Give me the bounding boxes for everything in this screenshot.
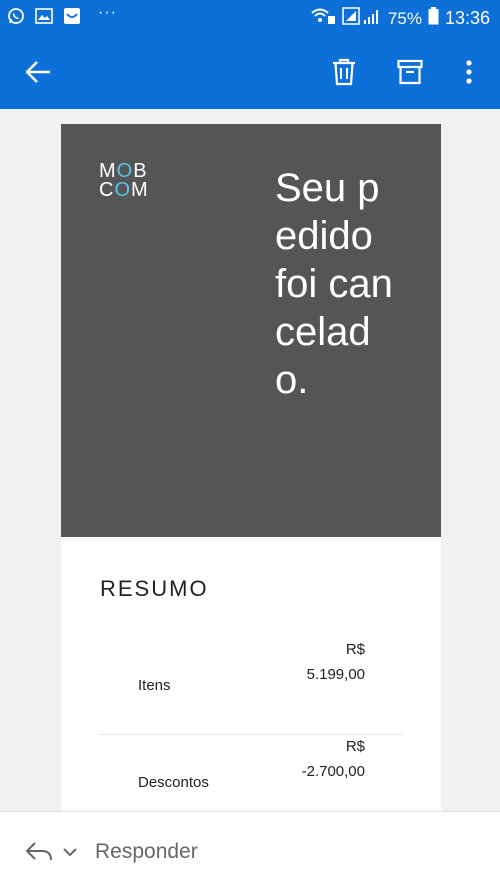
gallery-icon [34, 6, 54, 26]
clock: 13:36 [444, 8, 490, 28]
summary-row-label: Itens [138, 677, 171, 694]
bottom-reply-bar: Responder [0, 811, 500, 890]
battery-icon [428, 7, 439, 30]
chevron-down-icon[interactable] [62, 846, 78, 858]
reply-icon[interactable] [24, 840, 54, 864]
more-notifications: ··· [98, 4, 117, 21]
summary-row-items: Itens R$ 5.199,00 [99, 637, 403, 735]
archive-button[interactable] [392, 54, 428, 90]
email-headline: Seu pedido foi cancelado. [275, 166, 393, 402]
summary-heading: RESUMO [100, 576, 209, 601]
archive-icon [397, 59, 423, 85]
whatsapp-icon [6, 6, 26, 26]
mail-app-icon [62, 6, 82, 26]
summary-row-value: R$ 5.199,00 [306, 641, 365, 683]
back-arrow-icon [25, 61, 50, 83]
summary-row-value: R$ -2.700,00 [301, 738, 365, 780]
more-vert-icon [466, 60, 472, 84]
reply-button[interactable]: Responder [95, 840, 198, 864]
app-bar [0, 36, 500, 109]
battery-percent: 75% [387, 8, 422, 28]
summary-row-label: Descontos [138, 774, 209, 791]
status-bar: ··· 75% 13:36 [0, 0, 500, 36]
back-button[interactable] [20, 54, 56, 90]
mobcom-logo: MOB COM [99, 160, 149, 201]
delete-button[interactable] [326, 54, 362, 90]
summary-row-discounts: Descontos R$ -2.700,00 [99, 734, 403, 814]
wifi-icon [310, 7, 336, 30]
more-options-button[interactable] [451, 54, 487, 90]
email-body: MOB COM Seu pedido foi cancelado. RESUMO… [61, 124, 441, 814]
trash-icon [333, 58, 355, 86]
email-hero-banner: MOB COM Seu pedido foi cancelado. [61, 124, 441, 537]
signal-icon [342, 7, 382, 30]
